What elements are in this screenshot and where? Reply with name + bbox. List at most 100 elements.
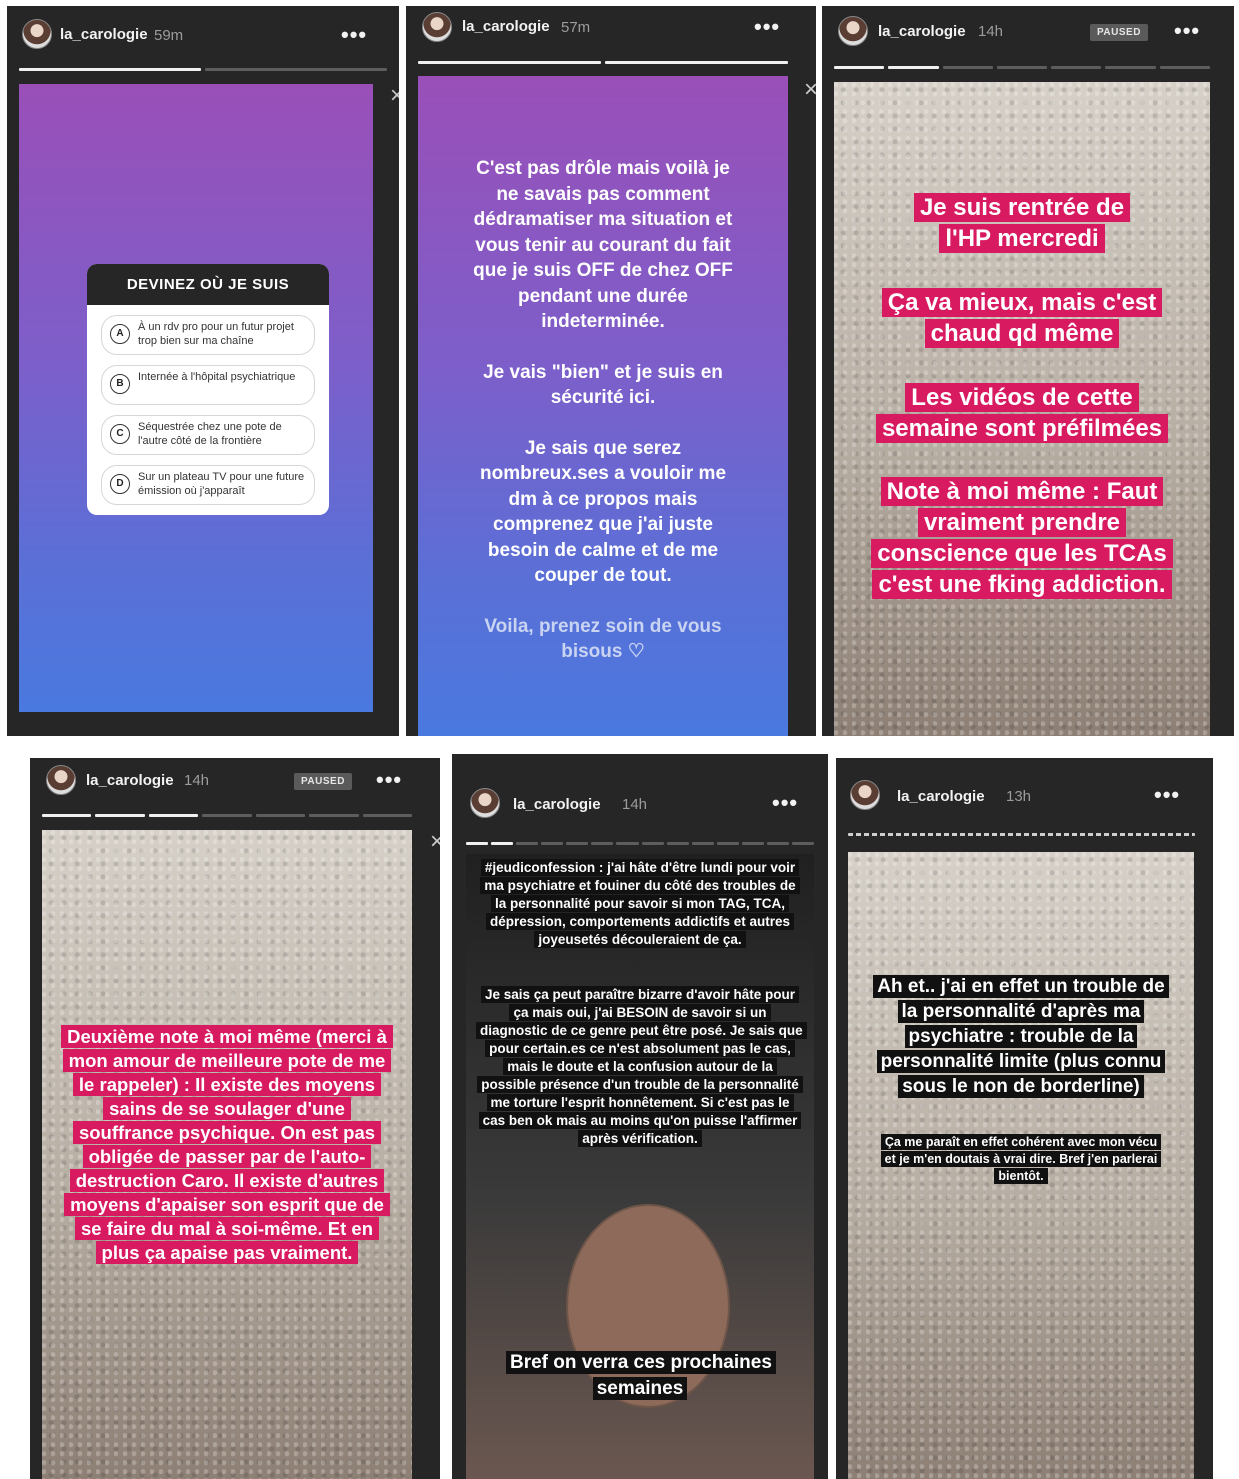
username[interactable]: la_carologie (462, 18, 550, 35)
quiz-option-a[interactable]: A À un rdv pro pour un futur projet trop… (101, 315, 315, 355)
progress-segment (362, 814, 412, 817)
caption-text: #jeudiconfession : j'ai hâte d'être lund… (480, 859, 800, 948)
progress-segment (691, 842, 714, 845)
story-paragraph: Voila, prenez soin de vous bisous ♡ (484, 615, 722, 663)
progress-segment (741, 842, 764, 845)
avatar[interactable] (838, 16, 868, 46)
progress-segment (641, 842, 664, 845)
avatar[interactable] (422, 12, 452, 42)
close-icon[interactable]: × (390, 82, 399, 110)
progress-segment (834, 66, 885, 69)
caption-text: Ça va mieux, mais c'est chaud qd même (881, 288, 1163, 348)
progress-segment (792, 842, 815, 845)
avatar[interactable] (22, 19, 52, 49)
caption-text: Ça me paraît en effet cohérent avec mon … (880, 1134, 1162, 1184)
story-panel-3: la_carologie 14h PAUSED ••• Je suis rent… (822, 6, 1234, 736)
story-caption-2: Je sais ça peut paraître bizarre d'avoir… (466, 986, 814, 1148)
story-media[interactable]: C'est pas drôle mais voilà je ne savais … (418, 76, 788, 736)
quiz-option-d[interactable]: D Sur un plateau TV pour une future émis… (101, 465, 315, 505)
story-time: 13h (1006, 788, 1032, 805)
story-media[interactable]: Deuxième note à moi même (merci à mon am… (42, 830, 412, 1479)
avatar[interactable] (850, 780, 880, 810)
progress-segment (996, 66, 1048, 69)
progress-segment (616, 842, 639, 845)
more-options-icon[interactable]: ••• (376, 767, 402, 793)
story-time: 57m (561, 19, 591, 36)
caption-text: Bref on verra ces prochaines semaines (506, 1351, 776, 1400)
progress-segment (605, 61, 788, 64)
story-text: C'est pas drôle mais voilà je ne savais … (418, 156, 788, 665)
progress-bars (42, 814, 412, 817)
story-media[interactable]: DEVINEZ OÙ JE SUIS A À un rdv pro pour u… (19, 84, 373, 712)
progress-bars (466, 842, 815, 845)
story-caption-2: Ça va mieux, mais c'est chaud qd même (834, 287, 1210, 349)
progress-segment (1051, 66, 1102, 69)
progress-segment (516, 842, 539, 845)
more-options-icon[interactable]: ••• (1154, 782, 1180, 808)
more-options-icon[interactable]: ••• (772, 790, 798, 816)
option-letter: A (110, 324, 130, 344)
story-paragraph: C'est pas drôle mais voilà je ne savais … (473, 158, 733, 332)
progress-segment (1159, 66, 1210, 69)
story-media[interactable]: #jeudiconfession : j'ai hâte d'être lund… (466, 854, 814, 1479)
story-paragraph: Je vais "bien" et je suis en sécurité ic… (483, 361, 723, 409)
option-letter: D (110, 474, 130, 494)
story-caption-3: Les vidéos de cette semaine sont préfilm… (834, 382, 1210, 444)
story-panel-5: la_carologie 14h ••• #jeudiconfession : … (452, 754, 828, 1479)
progress-segment (255, 814, 306, 817)
story-panel-6: la_carologie 13h ••• Ah et.. j'ai en eff… (836, 758, 1213, 1479)
option-text: Sur un plateau TV pour une future émissi… (138, 471, 305, 497)
caption-text: Ah et.. j'ai en effet un trouble de la p… (873, 975, 1169, 1098)
paused-badge: PAUSED (1090, 24, 1148, 41)
progress-segment (148, 814, 199, 817)
story-time: 14h (978, 23, 1004, 40)
username[interactable]: la_carologie (878, 23, 966, 40)
story-time: 14h (184, 772, 210, 789)
username[interactable]: la_carologie (86, 772, 174, 789)
progress-segment (19, 68, 201, 71)
story-caption-1: Ah et.. j'ai en effet un trouble de la p… (848, 974, 1194, 1099)
story-paragraph: Je sais que serez nombreux.ses a vouloir… (479, 437, 727, 587)
quiz-option-c[interactable]: C Séquestrée chez une pote de l'autre cô… (101, 415, 315, 455)
option-text: Séquestrée chez une pote de l'autre côté… (138, 421, 282, 447)
quiz-title: DEVINEZ OÙ JE SUIS (87, 264, 329, 305)
story-time: 14h (622, 796, 648, 813)
option-text: À un rdv pro pour un futur projet trop b… (138, 321, 294, 347)
progress-segment (848, 833, 1195, 836)
progress-bars (418, 61, 788, 64)
progress-segment (42, 814, 92, 817)
more-options-icon[interactable]: ••• (754, 14, 780, 40)
progress-bars (19, 68, 387, 71)
story-media[interactable]: Je suis rentrée de l'HP mercredi Ça va m… (834, 82, 1210, 736)
close-icon[interactable]: × (430, 828, 440, 856)
progress-segment (591, 842, 614, 845)
username[interactable]: la_carologie (60, 26, 148, 43)
close-icon[interactable]: × (804, 76, 816, 104)
progress-segment (716, 842, 739, 845)
story-time: 59m (154, 27, 184, 44)
option-letter: B (110, 374, 130, 394)
username[interactable]: la_carologie (513, 796, 601, 813)
avatar[interactable] (470, 788, 500, 818)
progress-bars (848, 833, 1195, 836)
story-media[interactable]: Ah et.. j'ai en effet un trouble de la p… (848, 852, 1194, 1479)
option-letter: C (110, 424, 130, 444)
story-panel-2: la_carologie 57m ••• C'est pas drôle mai… (406, 6, 816, 736)
avatar[interactable] (46, 765, 76, 795)
caption-text: Je sais ça peut paraître bizarre d'avoir… (476, 986, 807, 1147)
caption-text: Note à moi même : Faut vraiment prendre … (871, 477, 1173, 599)
username[interactable]: la_carologie (897, 788, 985, 805)
story-panel-1: la_carologie 59m ••• DEVINEZ OÙ JE SUIS … (7, 6, 399, 736)
story-caption: Deuxième note à moi même (merci à mon am… (42, 1025, 412, 1265)
quiz-option-b[interactable]: B Internée à l'hôpital psychiatrique (101, 365, 315, 405)
story-caption-4: Note à moi même : Faut vraiment prendre … (834, 476, 1210, 600)
caption-text: Les vidéos de cette semaine sont préfilm… (875, 383, 1169, 443)
more-options-icon[interactable]: ••• (341, 22, 367, 48)
progress-segment (466, 842, 489, 845)
caption-text: Je suis rentrée de l'HP mercredi (913, 193, 1131, 253)
paused-badge: PAUSED (294, 773, 352, 790)
progress-segment (202, 814, 252, 817)
story-panel-4: la_carologie 14h PAUSED ••• Deuxième not… (30, 758, 440, 1479)
more-options-icon[interactable]: ••• (1174, 18, 1200, 44)
progress-segment (942, 66, 993, 69)
